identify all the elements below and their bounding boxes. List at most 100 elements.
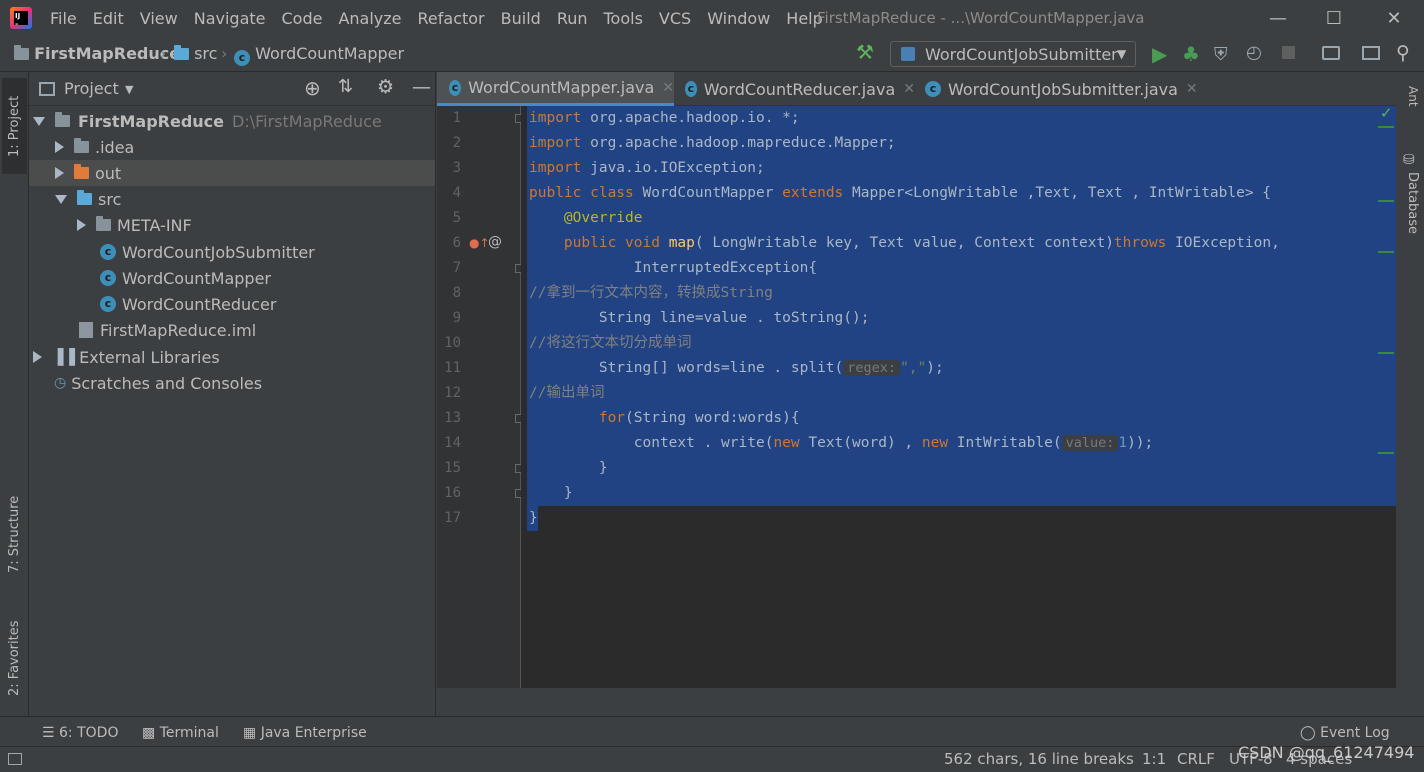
left-tool-strip: 1: Project 7: Structure 2: Favorites	[0, 72, 29, 716]
code-line: context . write(new Text(word) , new Int…	[529, 435, 1154, 451]
run-configuration-label: WordCountJobSubmitter	[925, 45, 1118, 64]
tree-item-wordcountmapper[interactable]: c WordCountMapper	[29, 265, 435, 291]
tab-wordcountmapper[interactable]: c WordCountMapper.java ✕	[437, 72, 674, 106]
minimize-button[interactable]: —	[1250, 0, 1306, 36]
inspection-ok-icon[interactable]: ✓	[1380, 104, 1393, 122]
tree-item-external-libraries[interactable]: ▐▐ External Libraries	[29, 344, 435, 370]
list-icon: ☰	[42, 725, 55, 741]
menu-build[interactable]: Build	[493, 9, 549, 28]
menu-view[interactable]: View	[132, 9, 186, 28]
breadcrumb-class[interactable]: c WordCountMapper	[234, 44, 404, 66]
search-everywhere-icon[interactable]: ⚲	[1396, 42, 1410, 64]
tree-item-label: out	[95, 163, 122, 183]
event-log-icon: ◯	[1300, 725, 1316, 741]
debug-icon[interactable]: ♣	[1182, 42, 1200, 66]
run-icon[interactable]: ▶	[1152, 42, 1167, 66]
run-configuration-select[interactable]: WordCountJobSubmitter ▼	[890, 41, 1136, 67]
tab-favorites[interactable]: 2: Favorites	[2, 608, 27, 708]
class-icon: c	[100, 244, 116, 260]
caret-position[interactable]: 1:1	[1142, 750, 1166, 768]
menu-analyze[interactable]: Analyze	[330, 9, 409, 28]
presentation-mode-icon[interactable]	[1362, 46, 1380, 60]
window-title: FirstMapReduce - ...\WordCountMapper.jav…	[817, 9, 1145, 27]
change-marker[interactable]	[1378, 352, 1394, 354]
project-view-title[interactable]: Project	[64, 79, 119, 98]
code-line: //拿到一行文本内容，转换成String	[529, 285, 773, 301]
code-editor[interactable]: import org.apache.hadoop.io. *; import o…	[521, 106, 1396, 688]
output-folder-icon	[74, 164, 89, 179]
tab-project[interactable]: 1: Project	[2, 78, 27, 174]
stop-icon[interactable]	[1282, 46, 1295, 59]
tab-structure[interactable]: 7: Structure	[2, 484, 27, 584]
collapse-all-icon[interactable]: ⇅	[338, 76, 353, 97]
breadcrumb-project-label: FirstMapReduce	[34, 44, 181, 63]
close-icon[interactable]: ✕	[662, 80, 674, 96]
tree-item-label: Scratches and Consoles	[71, 373, 263, 393]
menu-vcs[interactable]: VCS	[651, 9, 699, 28]
tree-item-label: META-INF	[117, 215, 192, 235]
menu-file[interactable]: File	[42, 9, 85, 28]
tab-wordcountreducer[interactable]: c WordCountReducer.java ✕	[675, 72, 915, 106]
editor-gutter[interactable]: 1 2 3 4 5 6 7 8 9 10 11 12 13 14 15 16 1…	[437, 106, 524, 688]
change-marker[interactable]	[1378, 452, 1394, 454]
change-marker[interactable]	[1378, 251, 1394, 253]
change-marker[interactable]	[1378, 200, 1394, 202]
tab-ant[interactable]: Ant	[1400, 86, 1420, 126]
tree-item-firstmapreduce[interactable]: FirstMapReduce D:\FirstMapReduce	[29, 108, 435, 134]
tab-database-label: Database	[1405, 172, 1420, 235]
line-separator[interactable]: CRLF	[1177, 750, 1215, 768]
java-enterprise-button[interactable]: ▦ Java Enterprise	[243, 725, 367, 741]
menu-window[interactable]: Window	[699, 9, 778, 28]
coverage-icon[interactable]: ⛨	[1214, 44, 1228, 65]
gear-icon[interactable]: ⚙	[377, 76, 394, 98]
breadcrumb-src[interactable]: src	[174, 44, 217, 63]
locate-icon[interactable]: ⊕	[304, 76, 321, 100]
tree-item-meta-inf[interactable]: META-INF	[29, 212, 435, 238]
menu-tools[interactable]: Tools	[596, 9, 651, 28]
profile-icon[interactable]: ◴	[1246, 42, 1262, 63]
close-icon[interactable]: ✕	[1186, 81, 1198, 97]
menu-code[interactable]: Code	[274, 9, 331, 28]
tab-structure-label: 7: Structure	[7, 495, 22, 573]
folder-icon	[74, 138, 89, 153]
todo-button[interactable]: ☰ 6: TODO	[42, 725, 118, 741]
close-window-button[interactable]: ✕	[1366, 0, 1422, 36]
event-log-button[interactable]: ◯ Event Log	[1300, 725, 1390, 741]
menu-navigate[interactable]: Navigate	[186, 9, 274, 28]
tree-item-src[interactable]: src	[29, 186, 435, 212]
hide-panel-icon[interactable]: —	[412, 76, 431, 98]
tree-item-idea[interactable]: .idea	[29, 134, 435, 160]
tab-wordcountjobsubmitter[interactable]: c WordCountJobSubmitter.java ✕	[915, 72, 1205, 106]
menu-run[interactable]: Run	[549, 9, 596, 28]
code-line: public class WordCountMapper extends Map…	[529, 185, 1272, 201]
line-number: 2	[452, 135, 461, 151]
class-icon: c	[234, 50, 250, 66]
toggle-tool-windows-icon[interactable]	[8, 753, 22, 765]
line-number: 16	[444, 485, 461, 501]
project-structure-icon[interactable]	[1322, 46, 1340, 60]
project-panel-header: Project ▼ ⊕ ⇅ ⚙ —	[29, 72, 436, 106]
tree-item-out[interactable]: out	[29, 160, 435, 186]
close-icon[interactable]: ✕	[903, 81, 915, 97]
override-marker-icon[interactable]: ●↑	[469, 236, 490, 250]
maximize-button[interactable]: ☐	[1306, 0, 1362, 36]
editor-bottom-area	[437, 688, 1396, 716]
change-marker[interactable]	[1378, 126, 1394, 128]
tree-item-wordcountjobsubmitter[interactable]: c WordCountJobSubmitter	[29, 239, 435, 265]
source-folder-icon	[174, 45, 189, 60]
tree-item-scratches[interactable]: ◷ Scratches and Consoles	[29, 370, 435, 396]
editor-tab-bar: c WordCountMapper.java ✕ c WordCountRedu…	[437, 72, 1424, 106]
menu-edit[interactable]: Edit	[85, 9, 132, 28]
tree-item-wordcountreducer[interactable]: c WordCountReducer	[29, 291, 435, 317]
terminal-button[interactable]: ▩ Terminal	[142, 725, 219, 741]
menu-refactor[interactable]: Refactor	[410, 9, 493, 28]
build-hammer-icon[interactable]: ⚒	[856, 40, 874, 64]
tree-item-iml[interactable]: FirstMapReduce.iml	[29, 317, 435, 343]
breadcrumb-project[interactable]: FirstMapReduce	[14, 44, 180, 63]
terminal-label: Terminal	[159, 725, 219, 741]
code-line: @Override	[529, 210, 643, 226]
chevron-down-icon[interactable]: ▼	[125, 83, 133, 96]
tab-database[interactable]: Database	[1400, 172, 1420, 252]
line-number: 9	[452, 310, 461, 326]
line-number: 12	[444, 385, 461, 401]
